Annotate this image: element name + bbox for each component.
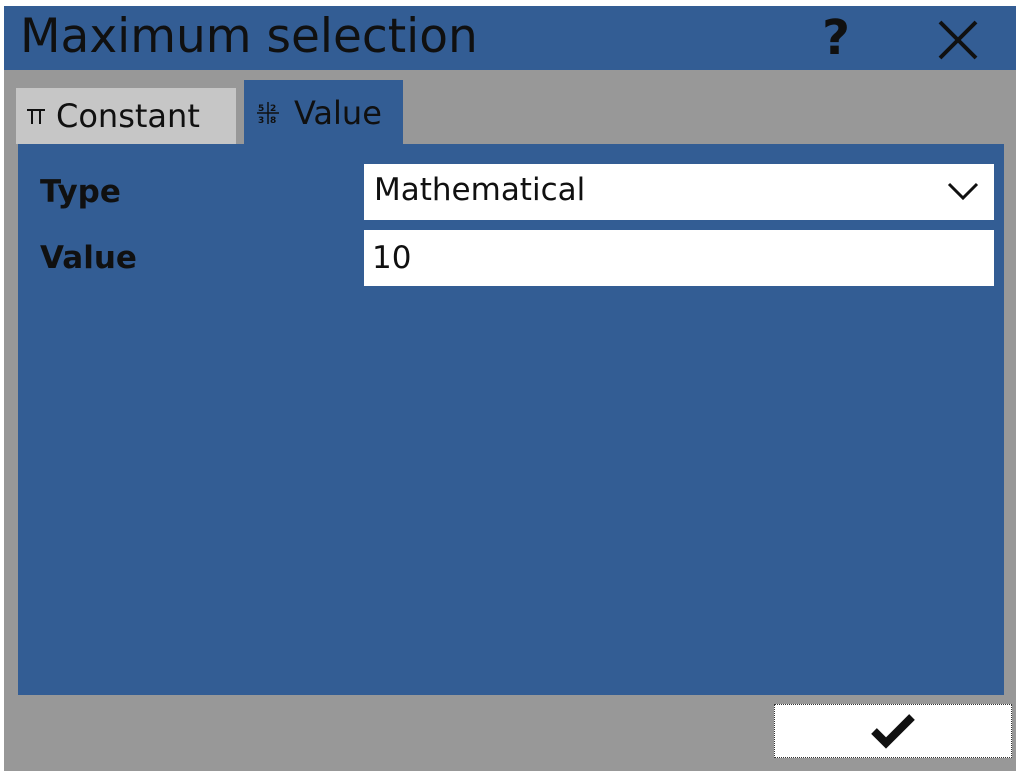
tab-constant-label: Constant [56,97,200,135]
type-label: Type [40,174,121,210]
tab-value-label: Value [294,94,382,132]
title-bar: Maximum selection ? [4,6,1016,70]
ok-button[interactable] [774,704,1012,758]
tab-constant[interactable]: Constant [16,88,236,144]
close-button[interactable] [932,14,984,66]
chevron-down-icon [947,182,979,201]
tab-content-panel: Type Mathematical Value [18,144,1004,695]
pi-icon [26,106,46,126]
type-select[interactable]: Mathematical [364,164,994,220]
type-select-value: Mathematical [374,172,586,208]
value-grid-icon: 5 2 3 8 [256,101,280,125]
help-button[interactable]: ? [810,10,862,66]
dialog-window: Maximum selection ? Constant 5 2 3 8 Val… [4,6,1016,771]
close-icon [938,20,978,60]
value-input[interactable] [364,230,994,286]
svg-text:8: 8 [270,116,276,125]
checkmark-icon [871,714,915,749]
tab-value[interactable]: 5 2 3 8 Value [244,80,403,146]
help-icon: ? [822,10,850,66]
value-label: Value [40,240,137,276]
svg-text:3: 3 [258,116,264,125]
dialog-title: Maximum selection [20,9,478,64]
